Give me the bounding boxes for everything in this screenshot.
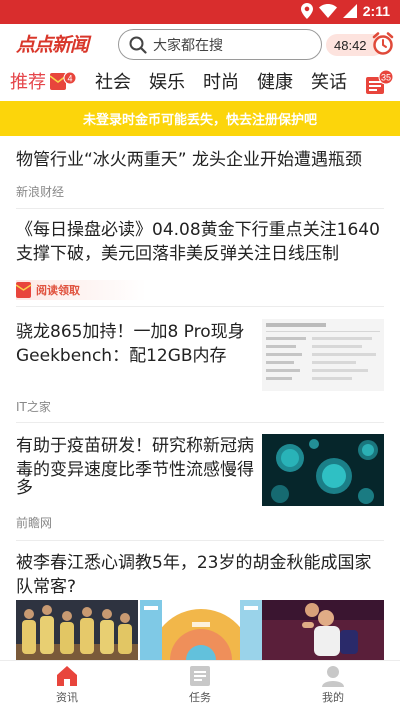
read-reward-label: 阅读领取: [36, 284, 80, 297]
nav-profile-label: 我的: [322, 691, 344, 704]
wifi-icon: [318, 4, 337, 18]
news-source-4: 前瞻网: [16, 516, 53, 530]
shot-chart-graphic[interactable]: [140, 600, 262, 660]
signal-icon: [342, 4, 357, 18]
nav-tasks-label: 任务: [189, 691, 211, 704]
task-icon: [190, 666, 210, 686]
app-logo: 点点新闻: [16, 34, 89, 56]
news-title-2b[interactable]: 支撑下破，美元回落非美反弹关注日线压制: [16, 242, 339, 266]
divider: [16, 306, 384, 307]
nav-profile[interactable]: 我的: [303, 665, 363, 705]
red-envelope-icon: 4: [50, 71, 76, 90]
news-title-5b[interactable]: 队常客?: [16, 575, 76, 599]
news-title-1[interactable]: 物管行业“冰火两重天” 龙头企业开始遭遇瓶颈: [16, 148, 384, 172]
nav-news-label: 资讯: [56, 691, 78, 704]
news-title-4c[interactable]: 多: [16, 476, 33, 500]
tab-recommend[interactable]: 推荐: [10, 68, 46, 94]
news-title-2a[interactable]: 《每日操盘必读》04.08黄金下行重点关注1640: [16, 218, 380, 242]
nav-news[interactable]: 资讯: [37, 665, 97, 705]
news-title-4b[interactable]: 毒的变异速度比季节性流感慢得: [16, 458, 254, 482]
basketball-player-photo[interactable]: [262, 600, 384, 660]
tab-entertainment[interactable]: 娱乐: [149, 68, 185, 94]
search-placeholder: 大家都在搜: [153, 37, 223, 54]
clock-time: 2:11: [362, 3, 390, 19]
nav-tasks[interactable]: 任务: [170, 665, 230, 705]
tab-society[interactable]: 社会: [95, 68, 131, 94]
profile-icon: [322, 666, 344, 687]
tab-health[interactable]: 健康: [257, 68, 293, 94]
virus-image-thumbnail[interactable]: [262, 434, 384, 506]
search-icon: [129, 36, 147, 54]
category-tabs: 推荐 4 社会 娱乐 时尚 健康 笑话 35: [0, 66, 400, 100]
basketball-team-photo[interactable]: [16, 600, 138, 660]
tab-jokes[interactable]: 笑话: [311, 68, 347, 94]
search-box[interactable]: 大家都在搜: [118, 29, 322, 60]
benchmark-screenshot-thumbnail[interactable]: [262, 319, 384, 391]
news-title-3b[interactable]: Geekbench：配12GB内存: [16, 344, 227, 368]
login-notice-banner[interactable]: 未登录时金币可能丢失，快去注册保护吧: [0, 101, 400, 136]
news-source-3: IT之家: [16, 400, 51, 414]
tab-fashion[interactable]: 时尚: [203, 68, 239, 94]
app-header: 点点新闻 大家都在搜 48:42: [0, 24, 400, 66]
status-bar: 2:11: [0, 0, 400, 24]
divider: [16, 540, 384, 541]
read-reward-tag[interactable]: 阅读领取: [16, 280, 146, 300]
news-title-5a[interactable]: 被李春江悉心调教5年，23岁的胡金秋能成国家: [16, 551, 371, 575]
alarm-clock-icon[interactable]: [372, 32, 394, 56]
news-source-1: 新浪财经: [16, 185, 65, 199]
login-notice-text: 未登录时金币可能丢失，快去注册保护吧: [82, 113, 317, 128]
menu-badge-count: 35: [381, 73, 391, 83]
bottom-navigation: 资讯 任务 我的: [0, 660, 400, 710]
tab-badge-count: 4: [67, 74, 72, 84]
home-icon: [57, 666, 77, 686]
divider: [16, 208, 384, 209]
location-icon: [300, 3, 313, 19]
red-envelope-icon: [16, 282, 32, 298]
divider: [16, 422, 384, 423]
news-title-4a[interactable]: 有助于疫苗研发！研究称新冠病: [16, 434, 254, 458]
news-title-3a[interactable]: 骁龙865加持！一加8 Pro现身: [16, 320, 245, 344]
channel-menu-icon[interactable]: 35: [364, 70, 394, 98]
